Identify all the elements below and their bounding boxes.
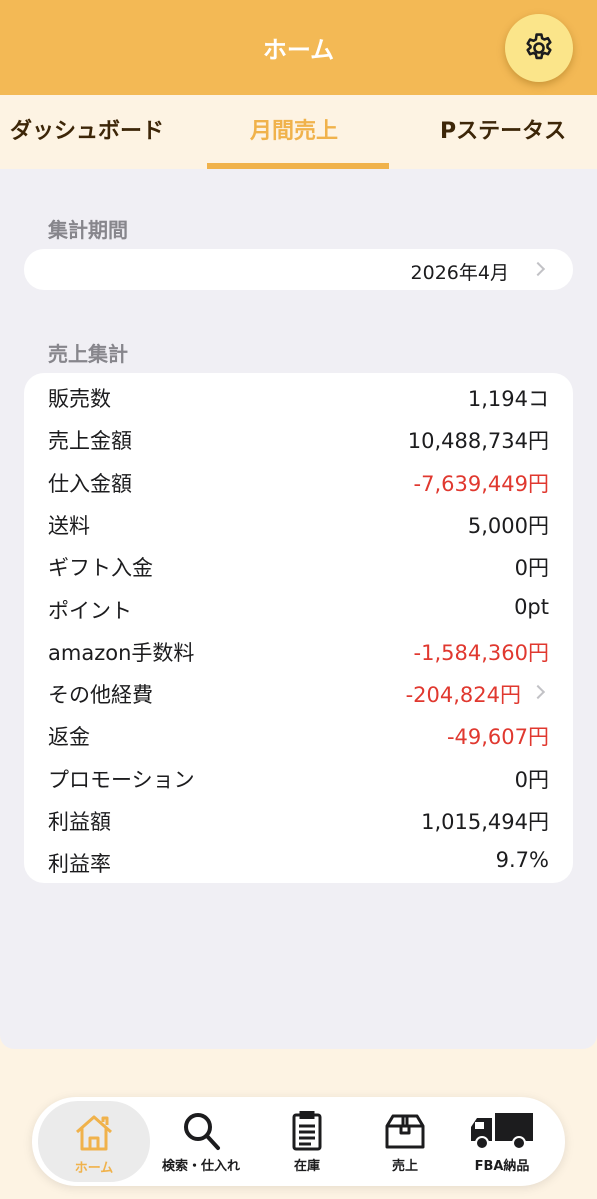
summary-row: ギフト入金 0円: [24, 544, 573, 586]
summary-row: ポイント 0pt: [24, 587, 573, 629]
chevron-right-icon: [530, 261, 546, 277]
summary-row-value: -204,824円: [405, 683, 521, 708]
main-content: 集計期間 2026年4月 売上集計 販売数 1,194コ売上金額 10,488,73…: [0, 169, 597, 1049]
tabbar-item-sales[interactable]: 売上: [352, 1097, 458, 1186]
truck-icon: [471, 1113, 533, 1150]
summary-row-label: 送料: [48, 513, 90, 538]
chevron-right-icon: [530, 685, 546, 700]
tab-dashboard[interactable]: ダッシュボード: [10, 113, 164, 145]
summary-row: amazon手数料 -1,584,360円: [24, 629, 573, 671]
tab-p-status[interactable]: Pステータス: [440, 113, 566, 145]
summary-row-value: -7,639,449円: [413, 471, 549, 496]
summary-row-value: 5,000円: [467, 513, 549, 538]
summary-row-value: 9.7%: [495, 848, 549, 873]
app-header: ホーム: [0, 0, 597, 95]
tabbar-label: 売上: [391, 1159, 418, 1174]
summary-row-label: 返金: [48, 725, 90, 750]
summary-row-label: amazon手数料: [48, 640, 195, 665]
summary-row[interactable]: その他経費 -204,824円: [24, 671, 573, 713]
box-icon: [385, 1114, 425, 1149]
clipboard-icon: [292, 1111, 322, 1151]
summary-row-value: 1,194コ: [467, 387, 549, 411]
tabbar-item-home[interactable]: ホーム: [38, 1101, 150, 1182]
summary-row-label: 利益額: [48, 810, 111, 834]
summary-row-value: 10,488,734円: [407, 429, 549, 454]
summary-row-label: その他経費: [48, 683, 153, 708]
summary-row: 返金 -49,607円: [24, 713, 573, 755]
summary-row-label: 販売数: [48, 387, 111, 411]
settings-button[interactable]: [505, 14, 573, 82]
summary-row: 販売数 1,194コ: [24, 375, 573, 417]
gear-icon: [526, 33, 552, 60]
summary-card: 販売数 1,194コ売上金額 10,488,734円仕入金額 -7,639,449円送…: [24, 373, 573, 883]
summary-row-label: プロモーション: [48, 767, 195, 792]
summary-row-label: ポイント: [48, 598, 132, 623]
tabbar-label: 検索・仕入れ: [161, 1159, 240, 1174]
tabbar-item-inventory[interactable]: 在庫: [254, 1097, 360, 1186]
period-value: 2026年4月: [410, 262, 509, 284]
summary-row-value: -1,584,360円: [413, 640, 549, 665]
summary-row: 利益額 1,015,494円: [24, 798, 573, 840]
summary-row-value: 0円: [514, 767, 549, 792]
summary-row-value: 0pt: [514, 594, 549, 619]
summary-row-label: 仕入金額: [48, 471, 132, 496]
summary-row: 送料 5,000円: [24, 502, 573, 544]
period-section-label: 集計期間: [48, 218, 128, 242]
summary-row: 仕入金額 -7,639,449円: [24, 460, 573, 502]
period-selector[interactable]: 2026年4月: [24, 249, 573, 290]
summary-row-label: 利益率: [48, 852, 111, 877]
tabbar-label: ホーム: [74, 1161, 114, 1176]
tab-monthly-sales[interactable]: 月間売上: [250, 113, 338, 145]
summary-row-value: 1,015,494円: [421, 810, 549, 834]
tabbar-label: 在庫: [293, 1159, 320, 1174]
summary-section-label: 売上集計: [48, 342, 128, 366]
top-tabs: ダッシュボード 月間売上 Pステータス: [0, 95, 597, 169]
summary-row-value: 0円: [514, 556, 549, 581]
summary-row-label: 売上金額: [48, 429, 132, 454]
tabbar-label: FBA納品: [474, 1159, 530, 1174]
bottom-tab-bar: ホーム 検索・仕入れ 在庫 売上 FBA納品: [32, 1097, 565, 1186]
search-icon: [184, 1113, 220, 1150]
home-icon: [76, 1115, 112, 1151]
tabbar-item-search[interactable]: 検索・仕入れ: [148, 1097, 254, 1186]
summary-row: 利益率 9.7%: [24, 840, 573, 882]
summary-row: プロモーション 0円: [24, 756, 573, 798]
summary-row: 売上金額 10,488,734円: [24, 417, 573, 459]
summary-row-value: -49,607円: [446, 725, 549, 750]
summary-row-label: ギフト入金: [48, 556, 153, 581]
tabbar-item-fba[interactable]: FBA納品: [449, 1097, 555, 1186]
